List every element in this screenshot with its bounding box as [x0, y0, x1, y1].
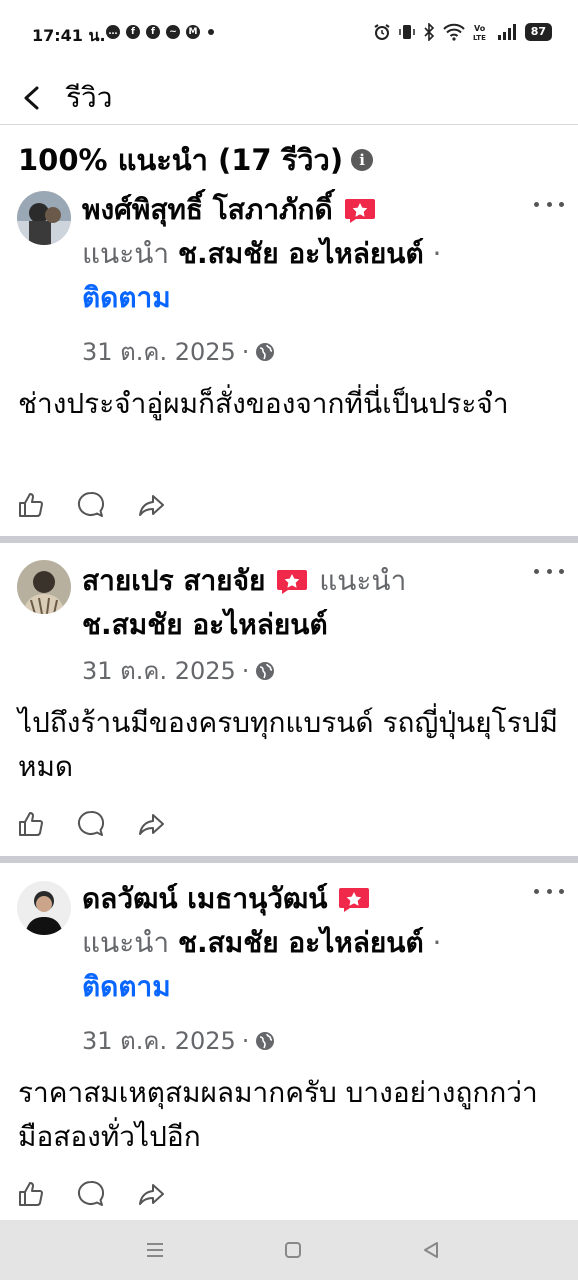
review-text: ช่างประจำอู่ผมก็สั่งของจากที่นี่เป็นประจ… [18, 387, 509, 420]
share-icon[interactable] [136, 1179, 166, 1209]
review-date[interactable]: 31 ต.ค. 2025 [82, 655, 236, 687]
svg-text:LTE: LTE [473, 34, 486, 41]
separator-dot: · [241, 657, 250, 685]
separator-dot: · [241, 1027, 250, 1055]
section-divider [0, 536, 578, 543]
more-options-icon[interactable] [534, 881, 564, 901]
battery-indicator: 87 [524, 23, 552, 41]
recommend-badge-icon [344, 199, 375, 223]
recent-apps-icon[interactable] [143, 1238, 167, 1262]
vibrate-icon [398, 25, 415, 39]
page-name-link[interactable]: ช.สมชัย อะไหล่ยนต์ [178, 237, 424, 270]
review-meta: 31 ต.ค. 2025 · [82, 655, 275, 687]
page-title: รีวิว [66, 81, 113, 114]
bluetooth-icon [424, 23, 434, 41]
signal-icon [497, 24, 516, 40]
back-arrow-icon[interactable] [14, 78, 50, 118]
facebook-icon: f [146, 25, 160, 39]
like-icon[interactable] [16, 490, 46, 520]
status-time: 17:41 น. [32, 26, 106, 45]
more-options-icon[interactable] [534, 561, 564, 581]
recommend-badge-icon [277, 570, 308, 594]
public-globe-icon [256, 662, 275, 680]
status-icons: Vo LTE 87 [373, 23, 552, 41]
review-card: พงศ์พิสุทธิ์ โสภาภักดิ์ แนะนำ ช.สมชัย อะ… [0, 186, 578, 536]
status-bar: 17:41 น. … f f ~ M Vo LTE 87 [0, 0, 578, 72]
review-text: ราคาสมเหตุสมผลมากครับ บางอย่างถูกกว่ามือ… [18, 1076, 538, 1153]
review-header: พงศ์พิสุทธิ์ โสภาภักดิ์ แนะนำ ช.สมชัย อะ… [82, 188, 518, 320]
share-icon[interactable] [136, 809, 166, 839]
recommends-label: แนะนำ [82, 237, 170, 270]
like-icon[interactable] [16, 809, 46, 839]
alarm-icon [374, 24, 390, 40]
avatar[interactable] [17, 191, 71, 245]
svg-text:Vo: Vo [474, 24, 486, 33]
wifi-icon [442, 23, 465, 41]
facebook-icon: f [126, 25, 140, 39]
comment-icon[interactable] [76, 490, 106, 520]
review-meta: 31 ต.ค. 2025 · [82, 1025, 275, 1057]
review-actions [16, 809, 166, 839]
info-icon[interactable]: i [351, 149, 374, 171]
reviewer-name[interactable]: ดลวัฒน์ เมธานุวัฒน์ [82, 882, 327, 915]
review-card: สายเปร สายจัย แนะนำ ช.สมชัย อะไหล่ยนต์ 3… [0, 555, 578, 855]
review-meta: 31 ต.ค. 2025 · [82, 336, 275, 368]
home-icon[interactable] [281, 1238, 305, 1262]
top-app-bar: รีวิว [0, 72, 578, 125]
recommends-label: แนะนำ [82, 926, 170, 959]
like-icon[interactable] [16, 1179, 46, 1209]
back-icon[interactable] [419, 1238, 443, 1262]
reviewer-name[interactable]: พงศ์พิสุทธิ์ โสภาภักดิ์ [82, 193, 333, 226]
separator-dot: · [432, 237, 442, 270]
review-date[interactable]: 31 ต.ค. 2025 [82, 336, 236, 368]
section-divider [0, 856, 578, 863]
review-date[interactable]: 31 ต.ค. 2025 [82, 1025, 236, 1057]
review-header: สายเปร สายจัย แนะนำ ช.สมชัย อะไหล่ยนต์ [82, 559, 518, 647]
summary-text: 100% แนะนำ (17 รีวิว) [18, 143, 344, 177]
page-name-link[interactable]: ช.สมชัย อะไหล่ยนต์ [82, 608, 328, 641]
follow-button[interactable]: ติดตาม [82, 970, 171, 1003]
page-name-link[interactable]: ช.สมชัย อะไหล่ยนต์ [178, 926, 424, 959]
separator-dot: · [241, 338, 250, 366]
recommend-badge-icon [339, 888, 370, 912]
more-notifications-icon [208, 29, 214, 35]
chat-icon: … [106, 25, 120, 39]
comment-icon[interactable] [76, 1179, 106, 1209]
recommends-label: แนะนำ [319, 564, 407, 597]
review-text: ไปถึงร้านมีของครบทุกแบรนด์ รถญี่ปุ่นยุโร… [18, 706, 558, 783]
review-summary: 100% แนะนำ (17 รีวิว) i [18, 138, 374, 182]
volte-icon: VoLTE [473, 24, 486, 41]
system-navigation-bar [0, 1220, 578, 1280]
public-globe-icon [256, 1032, 275, 1050]
review-card: ดลวัฒน์ เมธานุวัฒน์ แนะนำ ช.สมชัย อะไหล่… [0, 875, 578, 1220]
avatar[interactable] [17, 560, 71, 614]
more-options-icon[interactable] [534, 194, 564, 214]
messenger-icon: ~ [166, 25, 180, 39]
review-header: ดลวัฒน์ เมธานุวัฒน์ แนะนำ ช.สมชัย อะไหล่… [82, 877, 518, 1009]
avatar[interactable] [17, 881, 71, 935]
review-actions [16, 490, 166, 520]
review-actions [16, 1179, 166, 1209]
public-globe-icon [256, 343, 275, 361]
reviewer-name[interactable]: สายเปร สายจัย [82, 564, 265, 597]
notification-icons: … f f ~ M [106, 25, 214, 39]
share-icon[interactable] [136, 490, 166, 520]
mail-icon: M [186, 25, 200, 39]
comment-icon[interactable] [76, 809, 106, 839]
separator-dot: · [432, 926, 442, 959]
follow-button[interactable]: ติดตาม [82, 281, 171, 314]
